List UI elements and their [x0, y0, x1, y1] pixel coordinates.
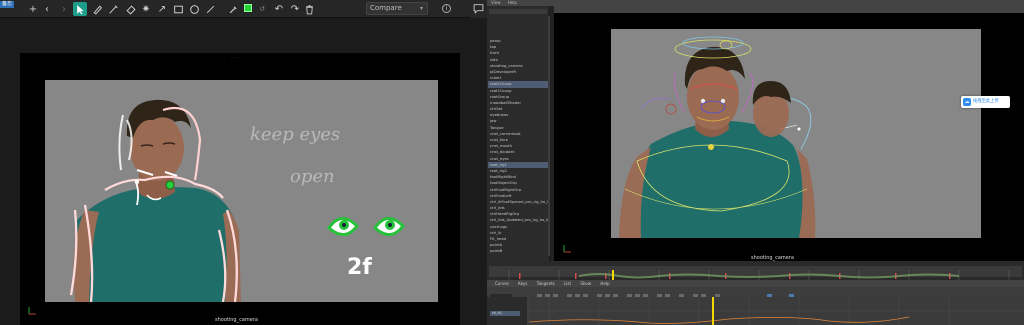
arrow-icon[interactable]: ↗ — [155, 2, 169, 16]
outliner-item[interactable]: pointB — [488, 248, 548, 254]
chevron-down-icon: ▾ — [419, 5, 423, 12]
laser-icon[interactable]: ✷ — [139, 2, 153, 16]
time-slider[interactable] — [487, 261, 1024, 281]
select-icon[interactable] — [73, 2, 87, 16]
graph-editor-menu: Curves Keys Tangents List Show Help — [487, 280, 1024, 287]
comment-panel-toggle[interactable] — [470, 0, 487, 18]
annotated-frame-image: keep eyes open 2f — [69, 99, 405, 302]
viewport-header-label: · · · · · — [231, 55, 243, 60]
graph-channel-item[interactable]: rtl_d1 — [490, 311, 520, 316]
animation-curves — [528, 297, 1024, 325]
review-frame[interactable]: keep eyes open 2f — [45, 80, 438, 302]
note-badge[interactable]: 备忘 — [0, 1, 15, 8]
graph-menu-help[interactable]: Help — [600, 281, 609, 286]
graph-menu-curves[interactable]: Curves — [495, 281, 509, 286]
rectangle-icon[interactable] — [171, 2, 185, 16]
graph-menu-keys[interactable]: Keys — [518, 281, 527, 286]
drawn-eye-left — [327, 217, 359, 236]
outliner-item[interactable]: ctrl_lids_Updated_pro_rig_ho_ifs — [488, 217, 548, 223]
outliner-list: persp top front side shooting_camera ptDevelo… — [488, 38, 548, 255]
plus-icon[interactable]: + — [26, 2, 40, 16]
camera-frame[interactable] — [611, 29, 981, 238]
drawing-toolbar: 备忘 + ‹ › ✷ ↗ ↺ ↶ ↷ Compare ▾ i — [0, 0, 487, 18]
undo-icon[interactable]: ↶ — [272, 2, 286, 16]
compare-dropdown[interactable]: Compare ▾ — [366, 2, 428, 15]
upload-drop-popup[interactable]: ☁ 拖拽至此上传 — [961, 96, 1010, 108]
color-swatch[interactable] — [244, 4, 252, 12]
menu-help[interactable]: Help — [508, 0, 517, 5]
info-icon[interactable]: i — [442, 4, 451, 13]
rigged-character-view — [619, 36, 816, 238]
menu-view[interactable]: View — [491, 0, 501, 5]
screen: 备忘 + ‹ › ✷ ↗ ↺ ↶ ↷ Compare ▾ i · · · · ·… — [0, 0, 1024, 325]
review-app: 备忘 + ‹ › ✷ ↗ ↺ ↶ ↷ Compare ▾ i · · · · ·… — [0, 0, 487, 325]
graph-menu-list[interactable]: List — [564, 281, 571, 286]
trash-icon[interactable] — [302, 2, 316, 16]
axis-gizmo-icon — [28, 307, 36, 315]
pen-icon[interactable] — [90, 2, 104, 16]
comment-icon — [473, 4, 484, 14]
redo-icon[interactable]: ↷ — [288, 2, 302, 16]
cloud-upload-icon: ☁ — [963, 98, 971, 106]
note-frames: 2f — [347, 255, 372, 280]
viewport-toolbar — [554, 6, 1024, 19]
maya-window: View Help persp top front side shooting_came… — [487, 0, 1024, 325]
drawn-eye-right — [373, 217, 405, 236]
pencil-icon[interactable] — [106, 2, 120, 16]
graph-menu-tangents[interactable]: Tangents — [537, 281, 555, 286]
timeline-track[interactable] — [489, 266, 1022, 281]
back-icon[interactable]: ‹ — [40, 2, 54, 16]
graph-outliner: rtl_d1 — [487, 297, 527, 325]
forward-icon[interactable]: › — [57, 2, 71, 16]
eraser-icon[interactable] — [123, 2, 137, 16]
line-icon[interactable] — [203, 2, 217, 16]
graph-editor-toolbar — [487, 287, 1024, 300]
eyedropper-icon[interactable] — [226, 2, 240, 16]
note-line-2: open — [290, 166, 335, 187]
graph-menu-show[interactable]: Show — [580, 281, 591, 286]
outliner-panel: persp top front side shooting_camera ptDevelo… — [487, 6, 550, 261]
swatch-cycle-icon[interactable]: ↺ — [255, 2, 269, 16]
camera-label: shooting_camera — [215, 317, 258, 323]
note-line-1: keep eyes — [250, 124, 340, 145]
circle-icon[interactable] — [187, 2, 201, 16]
popup-text: 拖拽至此上传 — [973, 99, 999, 104]
graph-curve-area[interactable] — [528, 297, 1024, 325]
compare-label: Compare — [370, 4, 402, 12]
axis-gizmo-icon — [563, 245, 571, 253]
outliner-search[interactable] — [489, 9, 547, 14]
